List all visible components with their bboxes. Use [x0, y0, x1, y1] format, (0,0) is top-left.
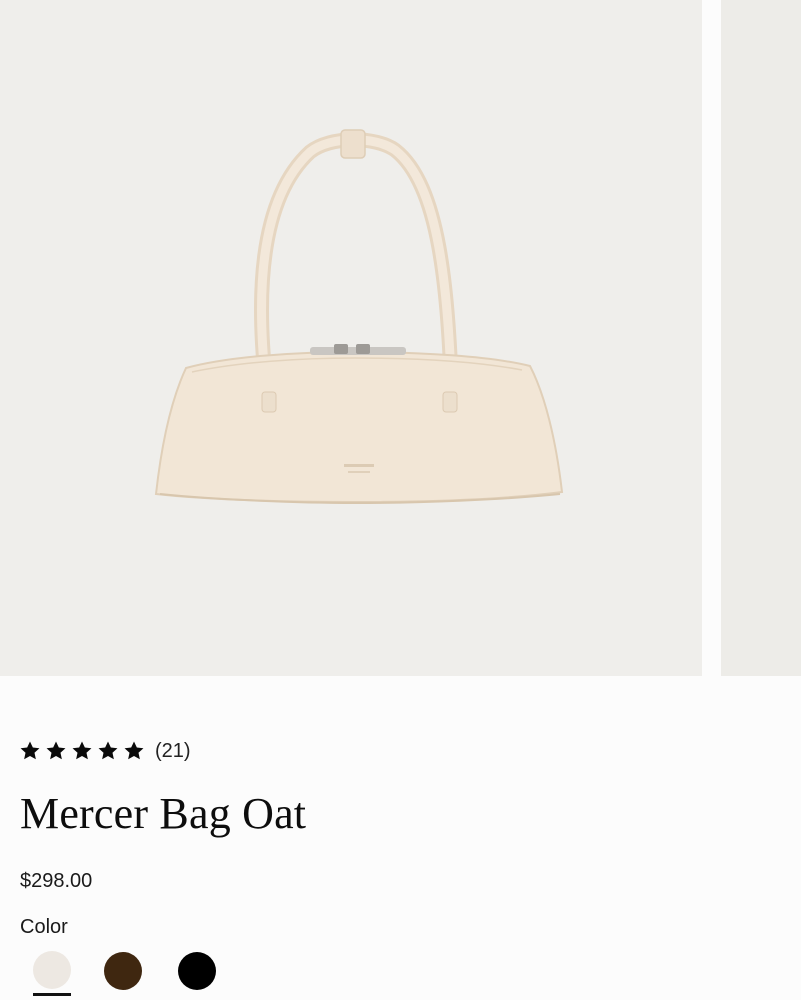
- selected-swatch-indicator: [33, 993, 71, 996]
- color-swatch-brown[interactable]: [104, 952, 142, 990]
- star-icon: [20, 741, 40, 760]
- star-icon: [98, 741, 118, 760]
- product-rating[interactable]: (21): [19, 737, 191, 765]
- product-price: $298.00: [20, 870, 93, 892]
- product-image-next[interactable]: [721, 0, 801, 676]
- color-swatch-oat[interactable]: [33, 951, 71, 989]
- product-title: Mercer Bag Oat: [20, 789, 307, 838]
- product-image-carousel[interactable]: [0, 0, 801, 676]
- star-icon: [46, 741, 66, 760]
- color-label: Color: [20, 916, 68, 938]
- color-swatch-black[interactable]: [178, 952, 216, 990]
- rating-stars: [19, 740, 145, 762]
- product-image-main[interactable]: [0, 0, 702, 676]
- bag-image: [154, 129, 564, 505]
- product-page: (21) Mercer Bag Oat $298.00 Color: [0, 0, 801, 1000]
- star-icon: [72, 741, 92, 760]
- star-icon: [124, 741, 144, 760]
- review-count[interactable]: (21): [155, 740, 191, 763]
